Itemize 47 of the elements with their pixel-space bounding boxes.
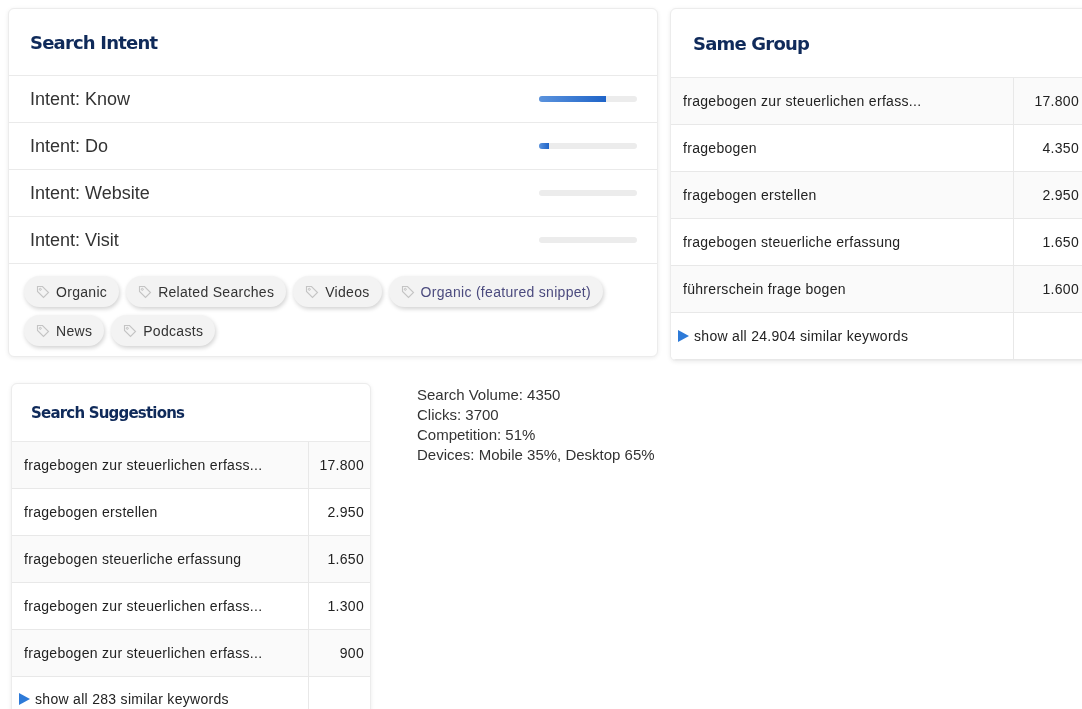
volume-cell: 2.950 [1013,172,1082,218]
expand-triangle-icon [678,330,689,342]
keyword-cell-text: fragebogen erstellen [23,503,159,522]
keyword-cell-text: führerschein frage bogen [682,280,847,299]
tag-icon [305,284,320,299]
volume-cell: 1.650 [308,536,370,582]
serp-feature-tag: Organic (featured snippet) [388,276,604,307]
keyword-cell-text: fragebogen zur steuerlichen erfass... [23,644,264,663]
show-all-link[interactable]: show all 283 similar keywords [35,691,229,707]
keyword-cell-text: fragebogen [682,139,758,158]
serp-feature-tag: Organic [24,276,120,307]
tag-icon [123,323,138,338]
volume-cell: 2.950 [308,489,370,535]
expand-triangle-icon [19,693,30,705]
tag-icon [36,323,50,338]
intent-label: Intent: Know [30,88,131,110]
keyword-stat: Clicks: 3700 [417,406,500,423]
card-title: Same Group [693,32,810,54]
keyword-cell-text: fragebogen steuerliche erfassung [682,233,902,252]
intent-label: Intent: Do [30,135,109,157]
card-title: Search Suggestions [31,403,185,422]
card-title: Search Intent [30,31,158,53]
keyword-cell-text: fragebogen zur steuerlichen erfass... [23,597,264,616]
volume-cell: 1.600 [1013,266,1082,312]
keyword-stat: Devices: Mobile 35%, Desktop 65% [417,446,655,463]
volume-cell: 900 [308,630,370,676]
volume-cell: 1.650 [1013,219,1082,265]
serp-feature-tag: Videos [293,276,382,307]
serp-feature-tag: Related Searches [126,276,287,307]
show-all-link[interactable]: show all 24.904 similar keywords [694,328,909,344]
keyword-cell-text: fragebogen zur steuerlichen erfass... [23,456,264,475]
volume-cell: 17.800 [1013,78,1082,124]
volume-cell: 1.300 [308,583,370,629]
tag-icon [36,284,50,299]
intent-label: Intent: Visit [30,229,119,251]
serp-feature-tag: Podcasts [111,315,216,346]
volume-cell: 17.800 [308,442,370,488]
keyword-cell-text: fragebogen steuerliche erfassung [23,550,243,569]
keyword-stat: Competition: 51% [417,426,537,443]
volume-cell: 4.350 [1013,125,1082,171]
keyword-stat: Search Volume: 4350 [417,386,562,403]
keyword-cell-text: fragebogen zur steuerlichen erfass... [682,92,923,111]
keyword-cell-text: fragebogen erstellen [682,186,818,205]
tag-icon [138,284,153,299]
intent-label: Intent: Website [30,182,150,204]
serp-feature-tag: News [24,315,105,346]
tag-icon [400,284,415,299]
